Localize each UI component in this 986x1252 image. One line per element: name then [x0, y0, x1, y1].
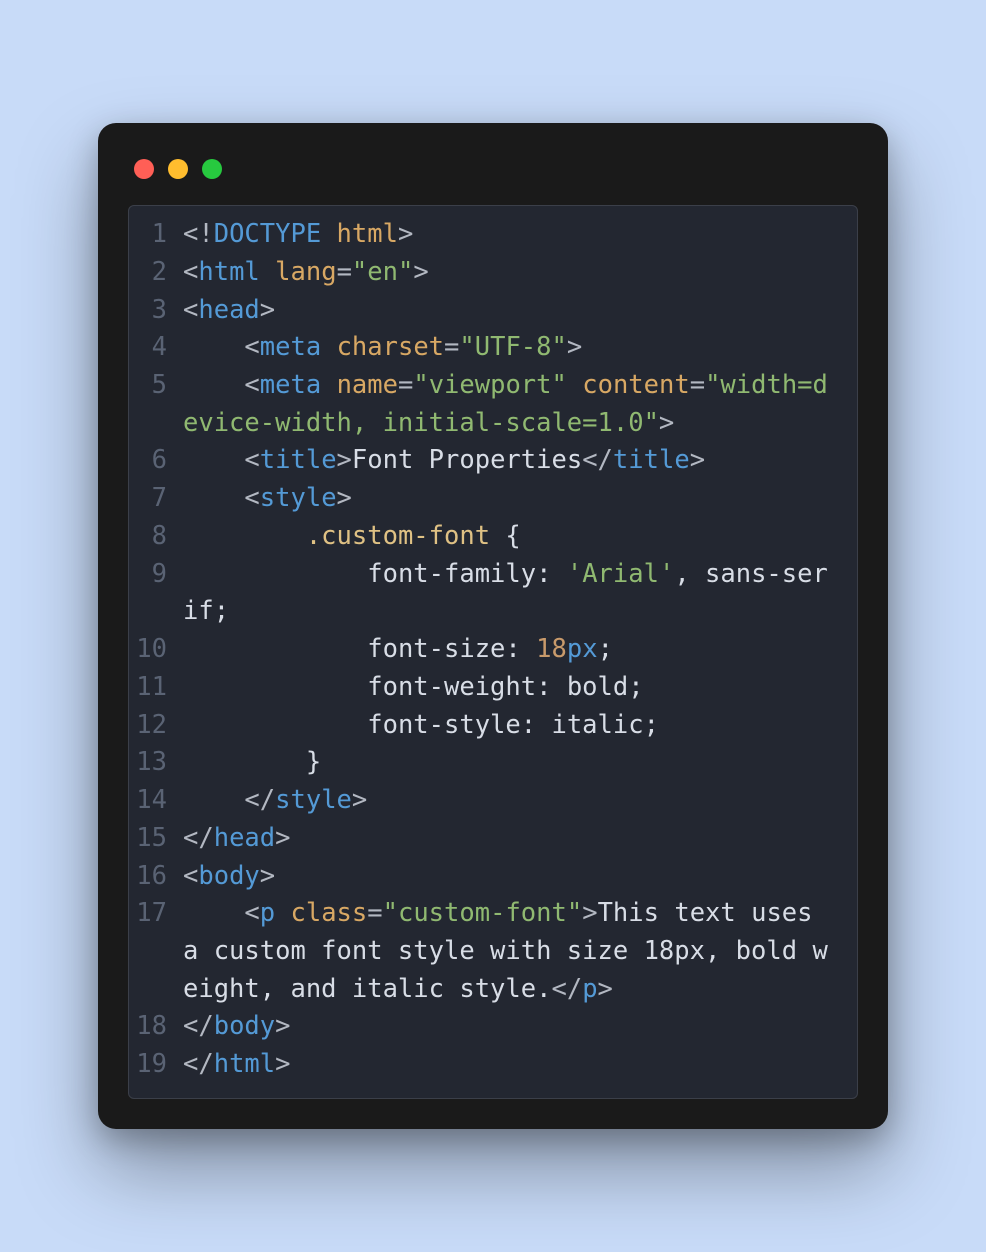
line-content[interactable]: font-weight: bold; — [183, 669, 857, 707]
line-number: 16 — [129, 858, 183, 896]
line-content[interactable]: </style> — [183, 782, 857, 820]
code-line[interactable]: 4 <meta charset="UTF-8"> — [129, 329, 857, 367]
code-line[interactable]: 14 </style> — [129, 782, 857, 820]
line-number: 17 — [129, 895, 183, 1008]
code-line[interactable]: 15</head> — [129, 820, 857, 858]
minimize-icon[interactable] — [168, 159, 188, 179]
line-content[interactable]: <body> — [183, 858, 857, 896]
line-content[interactable]: <meta name="viewport" content="width=dev… — [183, 367, 857, 442]
line-content[interactable]: font-size: 18px; — [183, 631, 857, 669]
line-number: 6 — [129, 442, 183, 480]
code-line[interactable]: 8 .custom-font { — [129, 518, 857, 556]
code-window: 1<!DOCTYPE html>2<html lang="en">3<head>… — [98, 123, 888, 1129]
code-line[interactable]: 16<body> — [129, 858, 857, 896]
code-line[interactable]: 6 <title>Font Properties</title> — [129, 442, 857, 480]
line-content[interactable]: <!DOCTYPE html> — [183, 216, 857, 254]
line-number: 2 — [129, 254, 183, 292]
line-number: 8 — [129, 518, 183, 556]
line-content[interactable]: <html lang="en"> — [183, 254, 857, 292]
line-content[interactable]: <head> — [183, 292, 857, 330]
line-number: 9 — [129, 556, 183, 631]
line-content[interactable]: </head> — [183, 820, 857, 858]
code-line[interactable]: 17 <p class="custom-font">This text uses… — [129, 895, 857, 1008]
line-number: 5 — [129, 367, 183, 442]
code-line[interactable]: 9 font-family: 'Arial', sans-serif; — [129, 556, 857, 631]
code-line[interactable]: 11 font-weight: bold; — [129, 669, 857, 707]
code-line[interactable]: 18</body> — [129, 1008, 857, 1046]
line-content[interactable]: .custom-font { — [183, 518, 857, 556]
line-number: 4 — [129, 329, 183, 367]
line-number: 14 — [129, 782, 183, 820]
code-editor[interactable]: 1<!DOCTYPE html>2<html lang="en">3<head>… — [128, 205, 858, 1099]
line-content[interactable]: font-family: 'Arial', sans-serif; — [183, 556, 857, 631]
code-line[interactable]: 1<!DOCTYPE html> — [129, 216, 857, 254]
window-controls — [134, 159, 858, 179]
code-line[interactable]: 10 font-size: 18px; — [129, 631, 857, 669]
line-number: 1 — [129, 216, 183, 254]
line-number: 18 — [129, 1008, 183, 1046]
line-content[interactable]: <p class="custom-font">This text uses a … — [183, 895, 857, 1008]
line-number: 13 — [129, 744, 183, 782]
code-line[interactable]: 12 font-style: italic; — [129, 707, 857, 745]
code-line[interactable]: 13 } — [129, 744, 857, 782]
line-number: 11 — [129, 669, 183, 707]
line-content[interactable]: </html> — [183, 1046, 857, 1084]
line-number: 10 — [129, 631, 183, 669]
code-line[interactable]: 19</html> — [129, 1046, 857, 1084]
close-icon[interactable] — [134, 159, 154, 179]
line-content[interactable]: font-style: italic; — [183, 707, 857, 745]
line-number: 12 — [129, 707, 183, 745]
code-line[interactable]: 3<head> — [129, 292, 857, 330]
code-line[interactable]: 7 <style> — [129, 480, 857, 518]
line-content[interactable]: <title>Font Properties</title> — [183, 442, 857, 480]
line-number: 7 — [129, 480, 183, 518]
line-content[interactable]: <meta charset="UTF-8"> — [183, 329, 857, 367]
code-line[interactable]: 2<html lang="en"> — [129, 254, 857, 292]
line-number: 19 — [129, 1046, 183, 1084]
line-number: 15 — [129, 820, 183, 858]
line-content[interactable]: } — [183, 744, 857, 782]
code-line[interactable]: 5 <meta name="viewport" content="width=d… — [129, 367, 857, 442]
zoom-icon[interactable] — [202, 159, 222, 179]
line-content[interactable]: <style> — [183, 480, 857, 518]
line-number: 3 — [129, 292, 183, 330]
line-content[interactable]: </body> — [183, 1008, 857, 1046]
